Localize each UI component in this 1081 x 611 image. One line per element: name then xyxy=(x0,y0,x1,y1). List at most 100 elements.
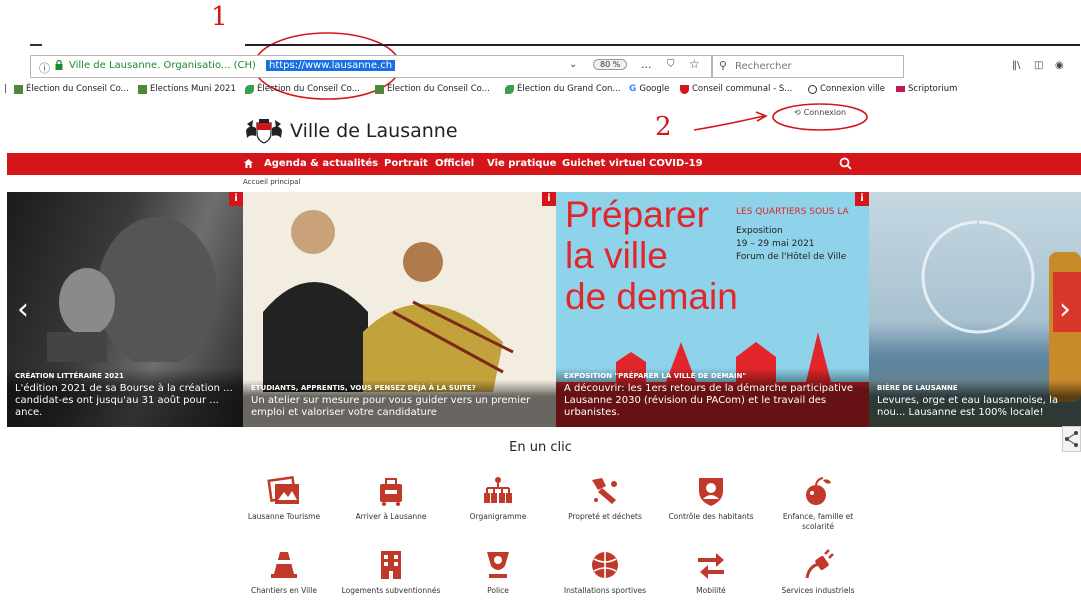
nav-item-portrait[interactable]: Portrait xyxy=(384,158,428,169)
google-icon: G xyxy=(629,84,637,94)
clic-lausanne-tourisme[interactable]: Lausanne Tourisme xyxy=(234,474,334,522)
police-badge-icon xyxy=(487,552,509,578)
clic-label: Contrôle des habitants xyxy=(668,512,754,521)
clic-label: Installations sportives xyxy=(563,586,647,595)
search-icon[interactable] xyxy=(839,157,852,170)
slide-caption: CRÉATION LITTÉRAIRE 2021 L'édition 2021 … xyxy=(7,368,243,427)
site-identity[interactable]: Ville de Lausanne. Organisatio... (CH) xyxy=(69,60,256,71)
clic-controle-des-habitants[interactable]: Contrôle des habitants xyxy=(661,474,761,522)
doc-icon xyxy=(14,84,23,94)
site-logo[interactable]: Ville de Lausanne xyxy=(244,118,458,144)
bookmark-label: Élection du Conseil Co... xyxy=(387,84,490,94)
carousel-next-icon[interactable]: › xyxy=(1059,292,1071,327)
poster-exposition: Exposition xyxy=(736,226,783,236)
cleaning-icon xyxy=(592,478,617,504)
suitcase-icon xyxy=(380,478,402,506)
nav-item-guichet-virtuel[interactable]: Guichet virtuel xyxy=(562,158,646,169)
plug-icon xyxy=(805,549,834,579)
info-icon[interactable]: ⓘ xyxy=(39,60,50,76)
arrows-icon xyxy=(698,553,724,579)
clic-label: Services industriels xyxy=(781,586,855,595)
slide-kicker: EXPOSITION "PRÉPARER LA VILLE DE DEMAIN" xyxy=(564,372,746,380)
bookmark-item[interactable]: Élection du Conseil Co... xyxy=(14,84,129,94)
bookmark-star-icon[interactable]: ☆ xyxy=(689,57,700,71)
clic-mobilite[interactable]: Mobilité xyxy=(661,548,761,596)
bookmark-item[interactable]: Elections Muni 2021 xyxy=(138,84,236,94)
doc-icon xyxy=(375,84,384,94)
apple-icon xyxy=(806,477,831,505)
bookmark-label: Conseil communal - S... xyxy=(692,84,793,94)
info-badge[interactable]: i xyxy=(542,192,556,206)
flag-icon xyxy=(896,86,905,92)
nav-item-vie-pratique[interactable]: Vie pratique xyxy=(487,158,556,169)
slide-caption: BIÈRE DE LAUSANNE Levures, orge et eau l… xyxy=(869,380,1081,427)
bookmark-label: Scriptorium xyxy=(908,84,958,94)
search-input[interactable]: ⚲ Rechercher xyxy=(712,55,904,78)
org-chart-icon xyxy=(484,477,512,503)
chevron-down-icon[interactable]: ⌄ xyxy=(569,59,577,70)
carousel-slide[interactable]: Préparer la ville de demain LES QUARTIER… xyxy=(556,192,869,427)
clic-organigramme[interactable]: Organigramme xyxy=(448,474,548,522)
carousel-slide[interactable]: i ‹ CRÉATION LITTÉRAIRE 2021 L'édition 2… xyxy=(7,192,243,427)
bookmark-item[interactable]: G Google xyxy=(629,84,669,94)
bookmark-item[interactable]: Connexion ville xyxy=(808,84,885,94)
bookmark-item[interactable]: Conseil communal - S... xyxy=(680,84,792,94)
zoom-indicator[interactable]: 80 % xyxy=(593,59,628,70)
tourism-icon xyxy=(267,476,299,504)
pocket-icon[interactable]: ⛉ xyxy=(667,59,675,70)
url-text[interactable]: https://www.lausanne.ch xyxy=(266,60,396,71)
bookmark-item[interactable]: Élection du Conseil Co... xyxy=(245,84,360,94)
address-bar[interactable]: ⓘ Ville de Lausanne. Organisatio... (CH)… xyxy=(30,55,712,78)
ball-icon xyxy=(592,552,618,578)
doc-icon xyxy=(138,84,147,94)
carousel-slide[interactable]: i ÉTUDIANTS, APPRENTIS, VOUS PENSEZ DÉJÀ… xyxy=(243,192,556,427)
search-placeholder: Rechercher xyxy=(735,61,792,72)
shield-icon xyxy=(680,84,689,94)
sidebar-icon[interactable]: ◫ xyxy=(1034,60,1043,71)
clic-proprete-et-dechets[interactable]: Propreté et déchets xyxy=(555,474,655,522)
more-actions-icon[interactable]: ... xyxy=(641,58,652,71)
clic-installations-sportives[interactable]: Installations sportives xyxy=(555,548,655,596)
traffic-cone-icon xyxy=(271,552,297,578)
nav-item-covid[interactable]: COVID-19 xyxy=(649,158,703,169)
slide-kicker: ÉTUDIANTS, APPRENTIS, VOUS PENSEZ DÉJÀ À… xyxy=(251,384,476,392)
bookmark-label: Élection du Conseil Co... xyxy=(26,84,129,94)
bookmark-label: Élection du Conseil Co... xyxy=(257,84,360,94)
carousel-slide[interactable]: › BIÈRE DE LAUSANNE Levures, orge et eau… xyxy=(869,192,1081,427)
bookmark-separator: | xyxy=(4,84,7,94)
clic-chantiers-en-ville[interactable]: Chantiers en Ville xyxy=(234,548,334,596)
clic-enfance-famille-scolarite[interactable]: Enfance, famille et scolarité xyxy=(768,474,868,532)
clic-label: Propreté et déchets xyxy=(568,512,642,521)
leaf-icon xyxy=(245,84,254,94)
main-navigation: Agenda & actualités Portrait Officiel Vi… xyxy=(7,153,1081,175)
info-badge[interactable]: i xyxy=(855,192,869,206)
bookmark-label: Élection du Grand Con... xyxy=(517,84,621,94)
nav-item-agenda[interactable]: Agenda & actualités xyxy=(264,158,378,169)
bookmark-item[interactable]: Élection du Conseil Co... xyxy=(375,84,490,94)
bookmark-item[interactable]: Scriptorium xyxy=(896,84,957,94)
clic-services-industriels[interactable]: Services industriels xyxy=(768,548,868,596)
poster-line: la ville xyxy=(565,235,668,276)
info-badge[interactable]: i xyxy=(229,192,243,206)
bookmark-label: Elections Muni 2021 xyxy=(150,84,236,94)
connexion-link[interactable]: ⟲ Connexion xyxy=(794,108,846,117)
slide-kicker: CRÉATION LITTÉRAIRE 2021 xyxy=(15,372,124,380)
bookmark-item[interactable]: Élection du Grand Con... xyxy=(505,84,621,94)
leaf-icon xyxy=(505,84,514,94)
clic-arriver-a-lausanne[interactable]: Arriver à Lausanne xyxy=(341,474,441,522)
account-icon[interactable]: ◉ xyxy=(1055,60,1064,71)
clic-police[interactable]: Police xyxy=(448,548,548,596)
breadcrumb[interactable]: Accueil principal xyxy=(243,178,300,186)
poster-venue: Forum de l'Hôtel de Ville xyxy=(736,252,847,262)
home-icon[interactable] xyxy=(243,158,254,169)
library-icon[interactable]: ‖\ xyxy=(1012,60,1020,71)
slide-kicker: BIÈRE DE LAUSANNE xyxy=(877,384,958,392)
clic-label: Chantiers en Ville xyxy=(251,586,317,595)
nav-item-officiel[interactable]: Officiel xyxy=(435,158,474,169)
poster-side-details: Exposition 19 – 29 mai 2021 Forum de l'H… xyxy=(736,225,846,264)
clic-label: Lausanne Tourisme xyxy=(247,512,321,521)
clic-logements-subventionnes[interactable]: Logements subventionnés xyxy=(341,548,441,596)
search-icon: ⚲ xyxy=(719,59,728,72)
globe-icon xyxy=(808,84,817,94)
carousel-prev-icon[interactable]: ‹ xyxy=(17,292,29,327)
